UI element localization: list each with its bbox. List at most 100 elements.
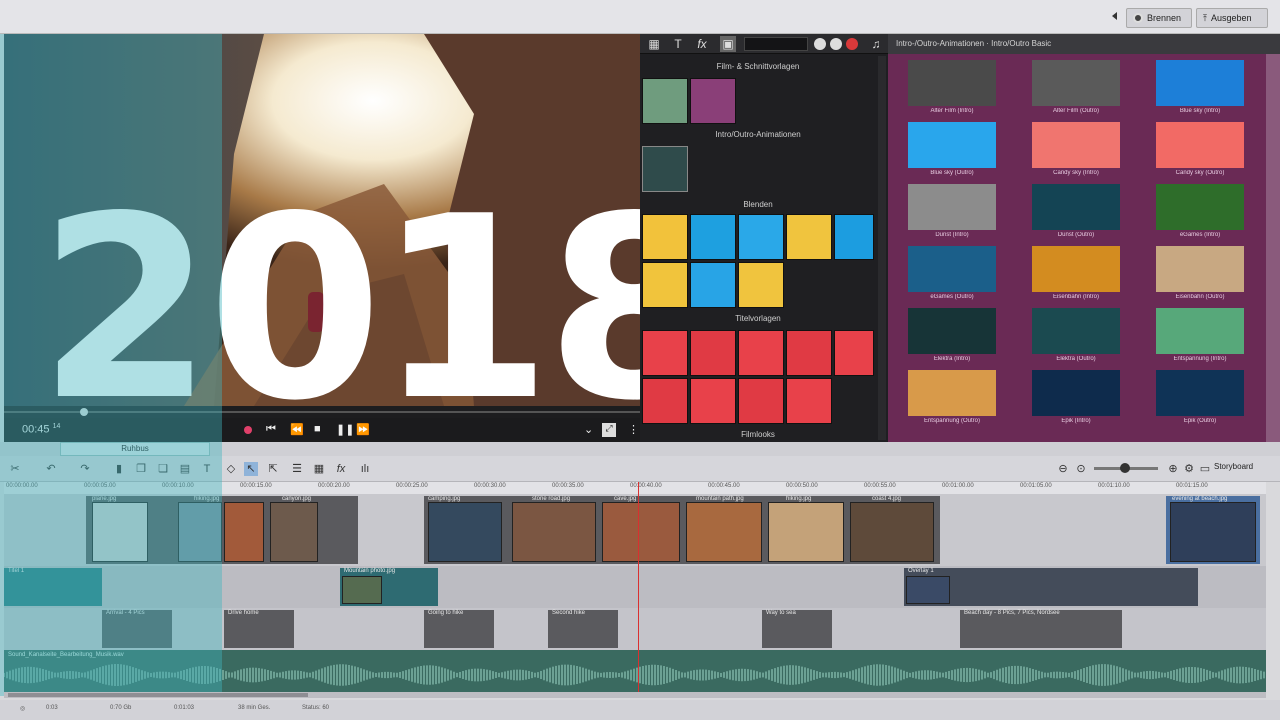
settings-icon[interactable]: ⚙ [1182,462,1196,476]
paste-icon[interactable]: ❏ [156,462,170,476]
media-icon[interactable]: ▣ [720,36,736,52]
add-icon[interactable] [814,38,826,50]
template-item[interactable]: Dunst (Outro) [1018,182,1134,240]
transition-tile[interactable] [738,262,784,308]
zoom-slider-knob[interactable] [1120,463,1130,473]
title-clip[interactable]: Way to sea [762,610,832,648]
zoom-fit-icon[interactable]: ⊙ [1074,462,1088,476]
title-clip[interactable]: Titel 1 [4,568,102,606]
pause-icon[interactable]: ❚❚ [336,423,354,436]
title-tile[interactable] [690,378,736,424]
playhead[interactable] [638,482,639,692]
template-item[interactable]: Dunst (Intro) [894,182,1010,240]
template-item[interactable]: Candy sky (Outro) [1142,120,1258,178]
template-grid-scrollbar[interactable] [1266,54,1280,442]
cursor-icon[interactable]: ⇱ [266,462,280,476]
pointer-icon[interactable]: ↖ [244,462,258,476]
photo-clip-group[interactable]: plane.jpg hiking.jpg canyon.jpg [86,496,358,564]
record-icon[interactable] [244,426,252,434]
title-tile[interactable] [738,378,784,424]
transition-tile[interactable] [642,214,688,260]
library-scrollbar[interactable] [878,56,886,440]
grid-view-icon[interactable]: ▦ [312,462,326,476]
title-tile[interactable] [738,330,784,376]
text-icon[interactable]: T [200,462,214,476]
transition-tile[interactable] [834,214,874,260]
title-clip[interactable]: Beach day - 8 Pics, 7 Pics, Nordsee [960,610,1122,648]
circle-icon[interactable] [830,38,842,50]
transition-tile[interactable] [786,214,832,260]
timeline-tab[interactable]: Ruhbus [60,442,210,456]
trim-icon[interactable]: ☰ [290,462,304,476]
title-clip[interactable]: Arrival - 4 Pics [102,610,172,648]
template-item[interactable]: Blue sky (Intro) [1142,58,1258,116]
transition-tile[interactable] [642,262,688,308]
template-item[interactable]: Elektra (Intro) [894,306,1010,364]
audio-mix-icon[interactable]: ılı [358,462,372,476]
library-search-input[interactable] [744,37,808,51]
title-tile[interactable] [642,330,688,376]
title-tile[interactable] [834,330,874,376]
scissors-icon[interactable]: ✂ [8,462,22,476]
preview-scrubber[interactable] [4,406,640,418]
photo-clip-group[interactable]: camping.jpg stone road.jpg cave.jpg moun… [424,496,940,564]
undo-icon[interactable]: ↶ [44,462,58,476]
fast-forward-icon[interactable]: ⏩ [356,423,370,436]
rewind-icon[interactable]: ⏪ [290,423,304,436]
transition-tile[interactable] [738,214,784,260]
template-item[interactable]: Elektra (Outro) [1018,306,1134,364]
template-item[interactable]: Eisenbahn (Intro) [1018,244,1134,302]
stop-icon[interactable]: ■ [314,423,321,435]
redo-icon[interactable]: ↷ [78,462,92,476]
template-item[interactable]: Eisenbahn (Outro) [1142,244,1258,302]
title-tile[interactable] [786,330,832,376]
template-item[interactable]: Epik (Outro) [1142,368,1258,426]
template-item[interactable]: Candy sky (Intro) [1018,120,1134,178]
monitor-icon[interactable]: ▭ [1198,462,1212,476]
marker-icon[interactable]: ◇ [224,462,238,476]
video-preview[interactable]: 2018 00:45 14 ⏮ ⏪ ■ ❚❚ ⏩ ⌄ ⤢ ⋮ [4,34,640,442]
title-tile[interactable] [786,378,832,424]
effects-icon[interactable]: fx [334,462,348,476]
template-tile[interactable] [642,78,688,124]
template-tile[interactable] [642,146,688,192]
skip-start-icon[interactable]: ⏮ [266,423,276,436]
template-item[interactable]: Epik (Intro) [1018,368,1134,426]
template-item[interactable]: eGames (Intro) [1142,182,1258,240]
grid-icon[interactable]: ▦ [646,36,662,52]
title-tile[interactable] [642,378,688,424]
storyboard-button[interactable]: Storyboard [1214,462,1253,471]
fx-icon[interactable]: fx [694,36,710,52]
overlay-clip[interactable]: Overlay 1 [904,568,1198,606]
copy-icon[interactable]: ❐ [134,462,148,476]
template-item[interactable]: Entspannung (Intro) [1142,306,1258,364]
template-item[interactable]: eGames (Outro) [894,244,1010,302]
more-options-icon[interactable]: ⋮ [628,423,639,436]
template-tile[interactable] [690,78,736,124]
photo-clip[interactable]: evening at beach.jpg [1166,496,1260,564]
music-icon[interactable]: ♫ [868,36,884,52]
template-item[interactable]: Entspannung (Outro) [894,368,1010,426]
menu-arrow-icon[interactable] [1112,12,1117,20]
template-item[interactable]: Alter Film (Outro) [1018,58,1134,116]
title-clip[interactable]: Drive home [224,610,294,648]
delete-icon[interactable]: ▮ [112,462,126,476]
photo-clip[interactable]: Mountain photo.jpg [340,568,438,606]
template-item[interactable]: Blue sky (Outro) [894,120,1010,178]
burn-button[interactable]: Brennen [1126,8,1192,28]
dropdown-chevron-icon[interactable]: ⌄ [584,423,593,436]
transition-tile[interactable] [690,262,736,308]
title-tile[interactable] [690,330,736,376]
title-clip[interactable]: Second hike [548,610,618,648]
title-clip[interactable]: Going to hike [424,610,494,648]
zoom-in-icon[interactable]: ⊕ [1166,462,1180,476]
remove-icon[interactable] [846,38,858,50]
title-icon[interactable]: T [670,36,686,52]
fullscreen-icon[interactable]: ⤢ [602,423,616,437]
timeline-scrollbar-thumb[interactable] [8,693,308,697]
timeline-ruler[interactable]: 00:00:00.00 00:00:05.00 00:00:10.00 00:00:1… [4,482,1266,494]
export-button[interactable]: ⤒ Ausgeben [1196,8,1268,28]
template-item[interactable]: Alter Film (Intro) [894,58,1010,116]
transition-tile[interactable] [690,214,736,260]
scrubber-knob[interactable] [80,408,88,416]
